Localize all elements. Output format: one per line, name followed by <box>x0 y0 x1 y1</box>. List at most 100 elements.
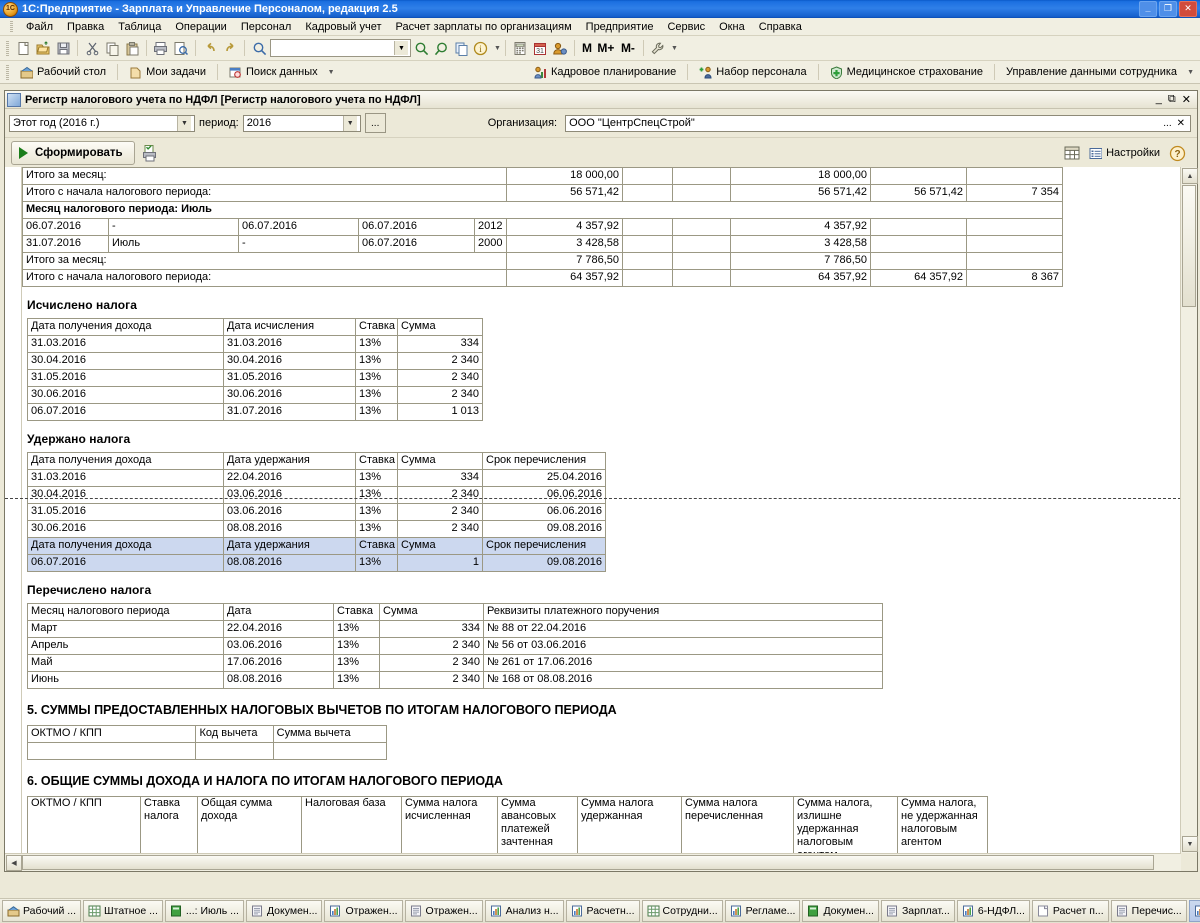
scroll-up-button[interactable]: ▲ <box>1182 168 1198 184</box>
section5-table[interactable]: ОКТМО / КПП Код вычета Сумма вычета <box>26 725 388 760</box>
report-restore-button[interactable]: ⧉ <box>1168 93 1176 106</box>
menu-item-help[interactable]: Справка <box>752 20 809 34</box>
table-row[interactable]: 31.05.2016 03.06.2016 13% 2 340 06.06.20… <box>27 503 606 521</box>
menu-grip-handle[interactable] <box>10 21 13 32</box>
info-icon[interactable]: i <box>471 38 491 58</box>
table-row-month-header[interactable]: Месяц налогового периода: Июль <box>21 201 1064 219</box>
table-row[interactable]: Итого с начала налогового периода: 64 35… <box>21 269 1064 287</box>
menu-item-payroll[interactable]: Расчет зарплаты по организациям <box>388 20 578 34</box>
table-row[interactable]: 30.04.2016 30.04.2016 13% 2 340 <box>27 352 483 370</box>
nav-data-search-button[interactable]: Поиск данных <box>222 65 325 80</box>
table-row[interactable]: 31.03.2016 22.04.2016 13% 334 25.04.2016 <box>27 469 606 487</box>
taskbar-item-salary[interactable]: Зарплат... <box>880 900 955 922</box>
table-row[interactable]: 31.03.2016 31.03.2016 13% 334 <box>27 335 483 353</box>
organization-ellipsis-button[interactable]: ... <box>1160 118 1174 129</box>
table-row[interactable]: 30.06.2016 08.08.2016 13% 2 340 09.08.20… <box>27 520 606 538</box>
organization-clear-button[interactable]: ✕ <box>1175 118 1187 129</box>
nav-medical-insurance-button[interactable]: Медицинское страхование <box>823 65 990 80</box>
table-row[interactable]: Итого за месяц: 18 000,00 18 000,00 <box>21 167 1064 185</box>
nav-desktop-button[interactable]: Рабочий стол <box>13 65 113 80</box>
open-folder-icon[interactable] <box>33 38 53 58</box>
info-dropdown-caret-icon[interactable]: ▼ <box>494 45 501 52</box>
table-row[interactable]: Итого за месяц: 7 786,50 7 786,50 <box>21 252 1064 270</box>
copy-list-icon[interactable] <box>451 38 471 58</box>
table-layout-icon[interactable] <box>1062 143 1082 163</box>
vertical-scroll-thumb[interactable] <box>1182 185 1196 307</box>
taskbar-item-july[interactable]: ...: Июль ... <box>164 900 244 922</box>
restore-button[interactable]: ❐ <box>1159 1 1177 17</box>
horizontal-scrollbar[interactable]: ◀ <box>5 853 1181 871</box>
table-row[interactable]: Март 22.04.2016 13% 334 № 88 от 22.04.20… <box>27 620 883 638</box>
memory-add-button[interactable]: M+ <box>595 38 617 58</box>
nav-my-tasks-button[interactable]: Мои задачи <box>122 65 213 80</box>
menu-item-edit[interactable]: Правка <box>60 20 111 34</box>
save-icon[interactable] <box>53 38 73 58</box>
withheld-tax-table[interactable]: Дата получения дохода Дата удержания Ста… <box>27 452 606 572</box>
selected-table-header-row[interactable]: Дата получения дохода Дата удержания Ста… <box>27 537 606 555</box>
toolbar-grip-handle[interactable] <box>6 40 9 56</box>
report-canvas[interactable]: Итого за месяц: 18 000,00 18 000,00 Итог… <box>5 167 1181 853</box>
generate-report-button[interactable]: Сформировать <box>11 141 135 165</box>
taskbar-item-analysis[interactable]: Анализ н... <box>484 900 564 922</box>
navigation-toolbar-grip[interactable] <box>6 64 9 80</box>
search-icon[interactable] <box>249 38 269 58</box>
nav-right-overflow-caret-icon[interactable]: ▼ <box>1187 69 1194 76</box>
section6-table[interactable]: ОКТМО / КПП Ставка налога Общая сумма до… <box>27 796 988 853</box>
report-settings-button[interactable]: Настройки <box>1089 147 1160 160</box>
memory-button[interactable]: M <box>579 38 595 58</box>
memory-subtract-button[interactable]: M- <box>617 38 639 58</box>
table-row[interactable]: Апрель 03.06.2016 13% 2 340 № 56 от 03.0… <box>27 637 883 655</box>
print-preview-icon[interactable] <box>171 38 191 58</box>
menu-item-windows[interactable]: Окна <box>712 20 752 34</box>
calculated-tax-table[interactable]: Дата получения дохода Дата исчисления Ст… <box>27 318 483 421</box>
organization-field[interactable]: ООО "ЦентрСпецСтрой" ... ✕ <box>565 114 1191 132</box>
table-row[interactable]: Июнь 08.08.2016 13% 2 340 № 168 от 08.08… <box>27 671 883 689</box>
taskbar-item-6ndfl[interactable]: 6-НДФЛ... <box>956 900 1030 922</box>
taskbar-item-employees[interactable]: Сотрудни... <box>641 900 723 922</box>
copy-icon[interactable] <box>102 38 122 58</box>
paste-icon[interactable] <box>122 38 142 58</box>
period-ellipsis-button[interactable]: ... <box>364 113 386 133</box>
redo-icon[interactable] <box>220 38 240 58</box>
find-next-icon[interactable] <box>411 38 431 58</box>
taskbar-item-document-1[interactable]: Докумен... <box>245 900 323 922</box>
menu-item-file[interactable]: Файл <box>19 20 60 34</box>
period-preset-select[interactable]: Этот год (2016 г.) ▼ <box>9 114 195 132</box>
tools-dropdown-caret-icon[interactable]: ▼ <box>671 45 678 52</box>
tools-wrench-icon[interactable] <box>648 38 668 58</box>
income-summary-table[interactable]: Итого за месяц: 18 000,00 18 000,00 Итог… <box>21 167 1064 287</box>
chevron-down-icon[interactable]: ▼ <box>342 115 357 131</box>
scroll-left-button[interactable]: ◀ <box>6 855 22 871</box>
report-close-button[interactable]: ✕ <box>1182 93 1191 106</box>
taskbar-item-reflected-1[interactable]: Отражен... <box>324 900 403 922</box>
nav-left-overflow-caret-icon[interactable]: ▼ <box>328 69 335 76</box>
table-row[interactable]: 06.07.2016 - 06.07.2016 06.07.2016 2012 … <box>22 218 1064 236</box>
menu-item-hr-accounting[interactable]: Кадровый учет <box>298 20 388 34</box>
print-icon[interactable] <box>151 38 171 58</box>
table-row[interactable] <box>26 742 388 760</box>
report-minimize-button[interactable]: _ <box>1156 93 1162 106</box>
taskbar-item-desktop[interactable]: Рабочий ... <box>2 900 81 922</box>
menu-item-enterprise[interactable]: Предприятие <box>579 20 661 34</box>
table-row[interactable]: 31.07.2016 Июль - 06.07.2016 2000 3 428,… <box>22 235 1064 253</box>
menu-item-personnel[interactable]: Персонал <box>234 20 299 34</box>
taskbar-item-staffing[interactable]: Штатное ... <box>83 900 163 922</box>
calculator-icon[interactable] <box>510 38 530 58</box>
table-row[interactable]: 06.07.2016 31.07.2016 13% 1 013 <box>27 403 483 421</box>
nav-employee-data-button[interactable]: Управление данными сотрудника <box>999 65 1184 79</box>
table-row[interactable]: 30.04.2016 03.06.2016 13% 2 340 06.06.20… <box>27 486 606 504</box>
chevron-down-icon[interactable]: ▼ <box>177 115 191 131</box>
nav-recruitment-button[interactable]: Набор персонала <box>692 65 813 80</box>
chevron-down-icon[interactable]: ▼ <box>394 41 408 55</box>
period-value-select[interactable]: 2016 ▼ <box>242 114 361 132</box>
taskbar-item-register-active[interactable]: Регистр ... <box>1188 900 1200 922</box>
taskbar-item-document-2[interactable]: Докумен... <box>802 900 879 922</box>
taskbar-item-regulated[interactable]: Регламе... <box>724 900 801 922</box>
print-report-icon[interactable] <box>141 143 161 163</box>
vertical-scrollbar[interactable]: ▲ ▼ <box>1180 167 1198 853</box>
calendar-icon[interactable]: 31 <box>530 38 550 58</box>
help-button[interactable]: ? <box>1167 143 1187 163</box>
close-button[interactable]: ✕ <box>1179 1 1197 17</box>
transferred-tax-table[interactable]: Месяц налогового периода Дата Ставка Сум… <box>27 603 883 689</box>
user-settings-icon[interactable] <box>550 38 570 58</box>
